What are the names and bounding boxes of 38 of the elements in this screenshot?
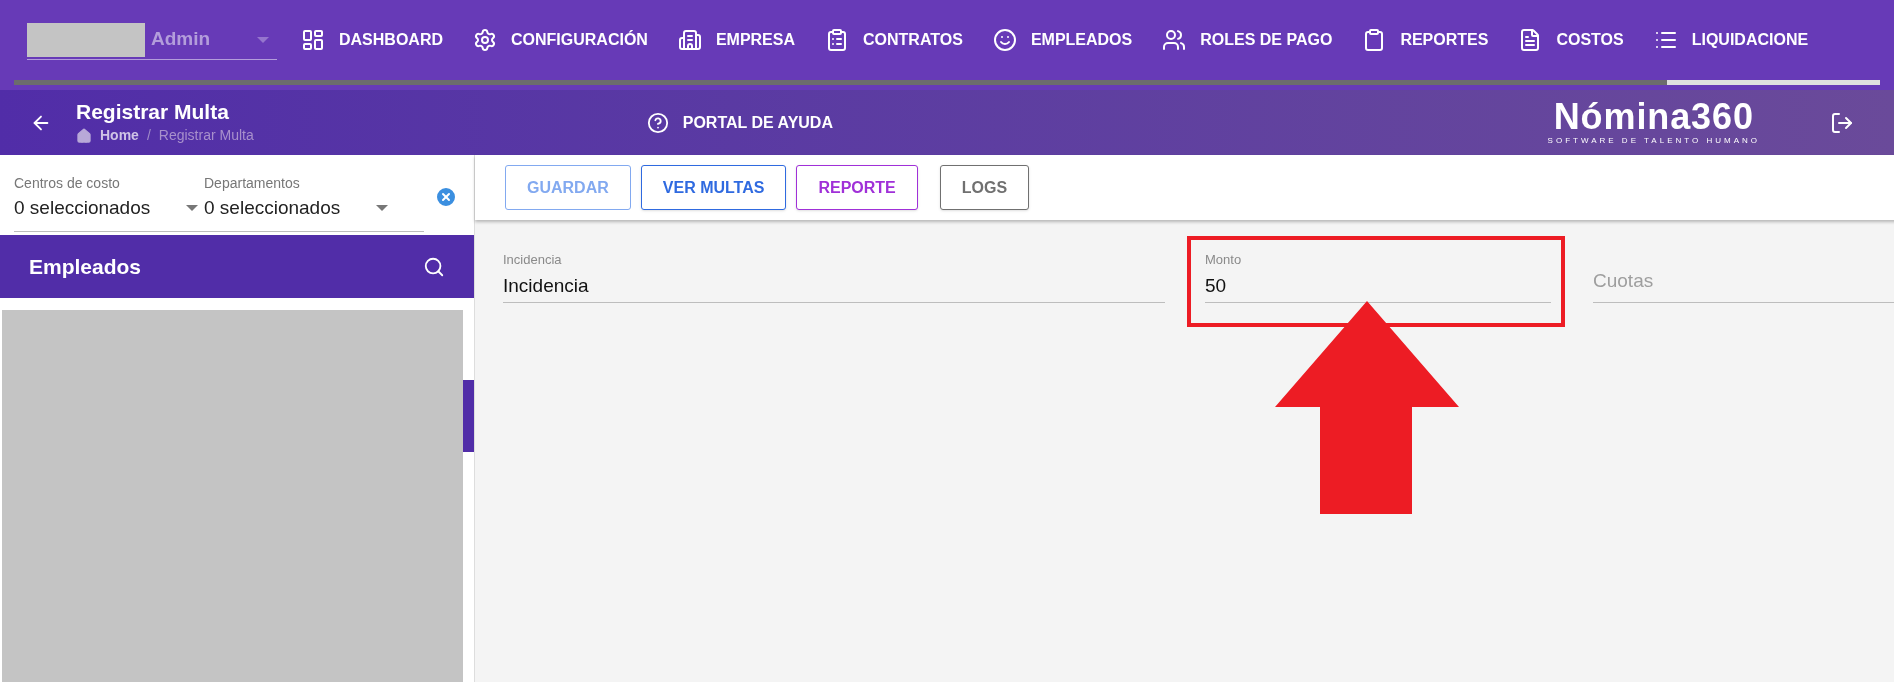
help-link[interactable]: PORTAL DE AYUDA (646, 110, 833, 135)
logo-tagline: SOFTWARE DE TALENTO HUMANO (1547, 134, 1760, 147)
toolbar-button[interactable]: LOGS (939, 165, 1030, 210)
nav-link[interactable]: LIQUIDACIONE (1653, 28, 1809, 52)
people-icon (1162, 28, 1187, 52)
caret-icon (186, 205, 198, 212)
settings-icon (473, 28, 497, 52)
filter-select[interactable]: Centros de costo 0 seleccionados (14, 173, 204, 223)
clipboard-icon (825, 28, 849, 52)
caret-icon (376, 205, 388, 212)
home-icon (76, 127, 92, 144)
smiley-icon (992, 28, 1017, 52)
toolbar-button[interactable]: REPORTE (796, 165, 918, 210)
nav-link[interactable]: COSTOS (1518, 28, 1624, 52)
filter-select[interactable]: Departamentos 0 seleccionados (204, 173, 394, 223)
clear-icon[interactable] (434, 185, 458, 209)
page-title: Registrar Multa (76, 99, 230, 125)
help-icon (646, 111, 669, 134)
nav-link[interactable]: EMPLEADOS (992, 28, 1133, 52)
breadcrumb-link[interactable]: Home (100, 125, 139, 146)
dashboard-icon (301, 28, 325, 52)
breadcrumb-separator: / (146, 126, 151, 145)
logo: Nómina360 (1553, 98, 1754, 135)
panel-title: Empleados (29, 253, 142, 280)
search-icon[interactable] (423, 255, 445, 278)
caret-icon (257, 36, 269, 43)
nav-link[interactable]: EMPRESA (677, 28, 795, 52)
nav-link[interactable]: REPORTES (1362, 28, 1489, 52)
input-field[interactable]: Incidencia Incidencia (503, 246, 1165, 303)
building-icon (677, 28, 702, 52)
breadcrumb-current: Registrar Multa (158, 126, 254, 145)
nav-link[interactable]: CONFIGURACIÓN (473, 28, 648, 52)
toolbar-button[interactable]: VER MULTAS (640, 165, 787, 210)
input-field[interactable]: Monto 50 (1205, 246, 1551, 303)
nav-link[interactable]: ROLES DE PAGO (1162, 28, 1333, 52)
logout-icon[interactable] (1830, 110, 1854, 135)
nav-link[interactable]: CONTRATOS (825, 28, 963, 52)
nav-link[interactable]: DASHBOARD (301, 28, 443, 52)
